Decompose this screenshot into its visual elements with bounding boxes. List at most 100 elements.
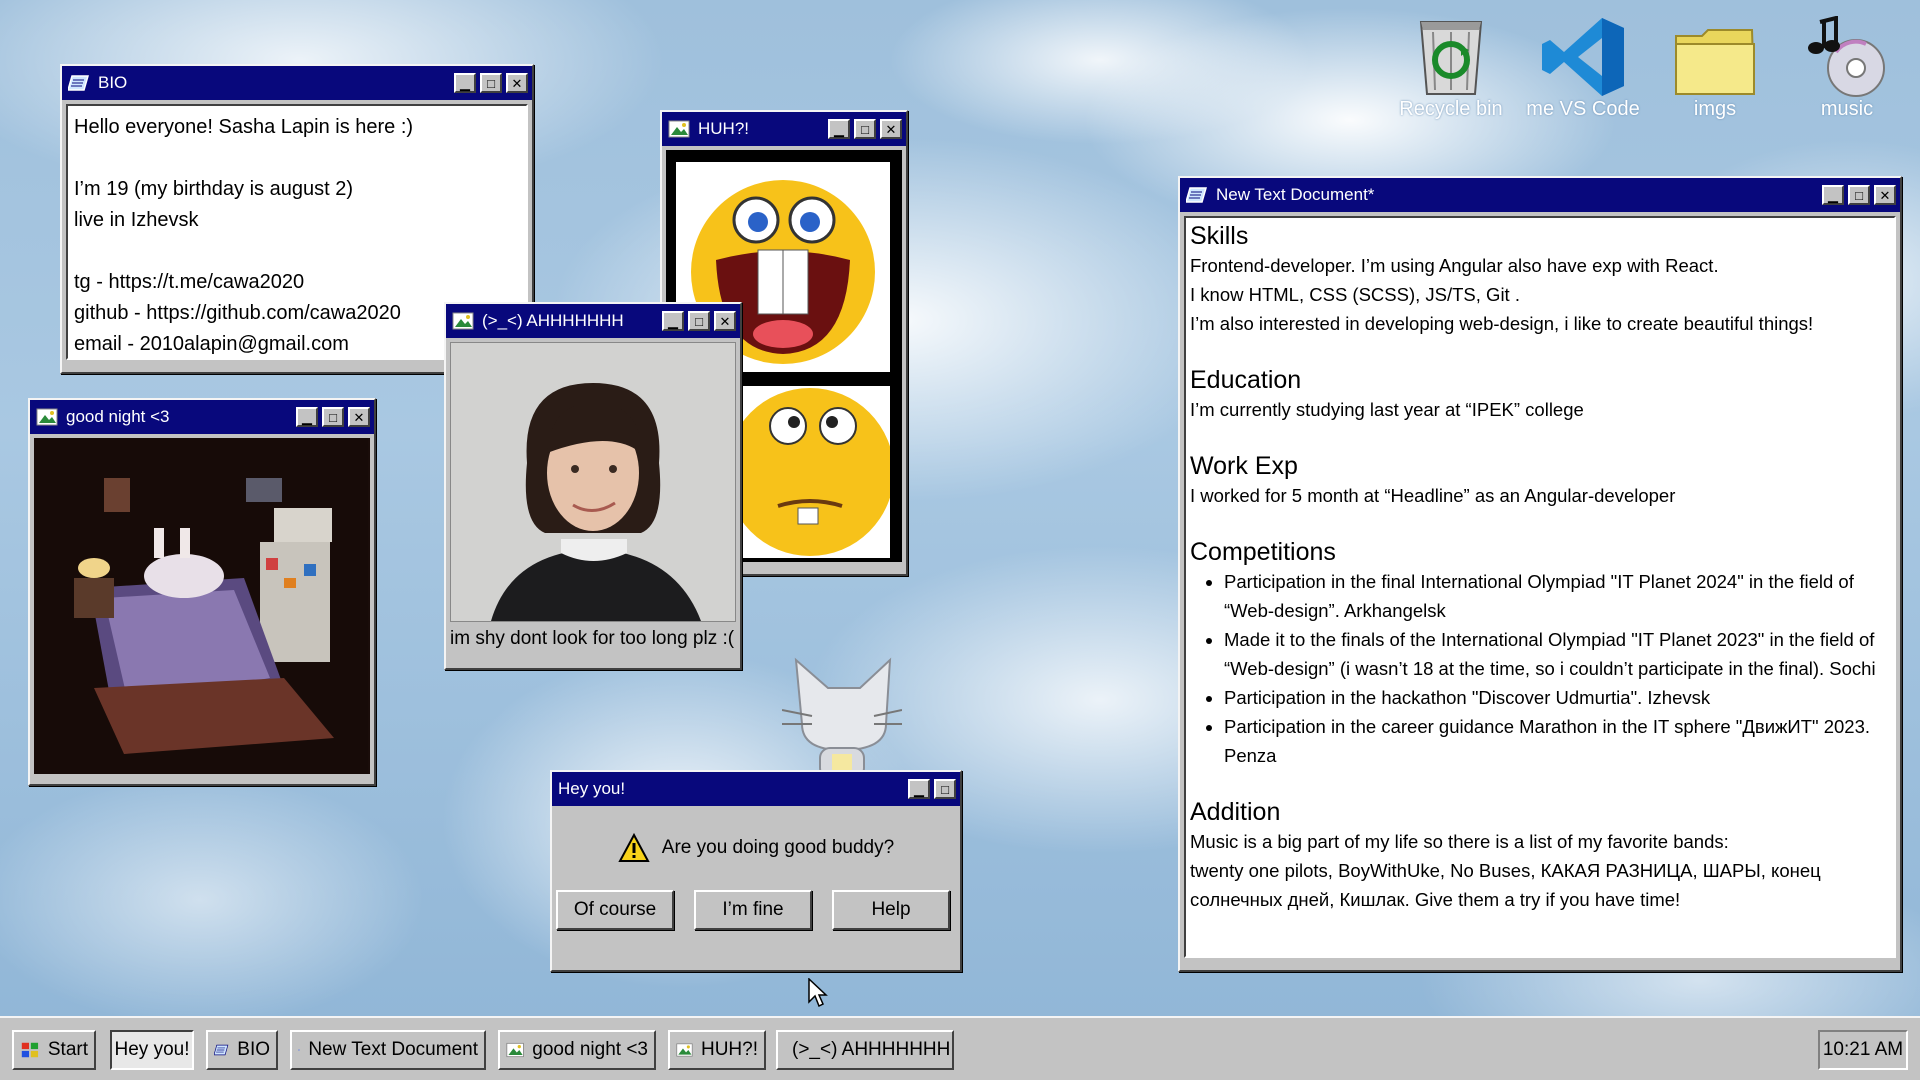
work-text: I worked for 5 month at “Headline” as an… [1190,485,1676,506]
dialog-window[interactable]: Hey you! ▁ □ Are you doing good buddy? O… [550,770,962,972]
close-button[interactable]: ✕ [714,311,736,331]
taskbar: Start Hey you! BIO New Text Document goo… [0,1016,1920,1080]
maximize-button[interactable]: □ [854,119,876,139]
desktop-icon-recycle-bin[interactable]: Recycle bin [1386,8,1516,121]
minimize-button[interactable]: ▁ [1822,185,1844,205]
skills-line: Frontend-developer. I’m using Angular al… [1190,255,1719,276]
close-button[interactable]: ✕ [348,407,370,427]
desktop-icon-imgs[interactable]: imgs [1650,8,1780,121]
taskbar-clock: 10:21 AM [1818,1030,1908,1070]
window-title: (>_<) AHHHHHHH [482,311,624,330]
skills-heading: Skills [1190,222,1249,250]
portrait-image [451,343,735,621]
windows-logo-icon [21,1042,39,1058]
minimize-button[interactable]: ▁ [828,119,850,139]
ahh-window[interactable]: (>_<) AHHHHHHH ▁ □ ✕ im shy dont look fo… [444,302,742,670]
taskbar-item-hey-you[interactable]: Hey you! [110,1030,194,1070]
addition-line: Music is a big part of my life so there … [1190,831,1729,852]
dizzy-emoji-image [726,388,894,556]
maximize-button[interactable]: □ [688,311,710,331]
competition-item: Participation in the career guidance Mar… [1224,712,1890,770]
image-viewer-icon [452,312,474,330]
dialog-buttons: Of course I’m fine Help [552,890,960,940]
start-button[interactable]: Start [12,1030,96,1070]
close-button[interactable]: ✕ [880,119,902,139]
bio-line: live in Izhevsk [74,209,199,231]
window-title: HUH?! [698,119,750,138]
notepad-icon [298,1049,301,1051]
text-document-window[interactable]: New Text Document* ▁ □ ✕ Skills Frontend… [1178,176,1902,972]
taskbar-item-new-text-document[interactable]: New Text Document [290,1030,486,1070]
goodnight-window[interactable]: good night <3 ▁ □ ✕ [28,398,376,786]
bio-titlebar[interactable]: BIO ▁ □ ✕ [62,66,532,100]
taskbar-item-label: New Text Document [308,1039,478,1060]
close-button[interactable]: ✕ [1874,185,1896,205]
competitions-heading: Competitions [1190,538,1336,566]
desktop-icon-label: imgs [1693,98,1737,120]
taskbar-item-huh[interactable]: HUH?! [668,1030,766,1070]
document-text-area[interactable]: Skills Frontend-developer. I’m using Ang… [1184,216,1896,958]
portrait-photo [450,342,736,622]
desktop-icon-label: music [1820,98,1874,120]
of-course-button[interactable]: Of course [556,890,674,930]
skills-line: I’m also interested in developing web-de… [1190,313,1814,334]
goodnight-image [34,438,370,774]
bedroom-scene-image [34,438,368,774]
mouse-cursor-icon [808,978,828,1008]
taskbar-item-good-night[interactable]: good night <3 [498,1030,656,1070]
maximize-button[interactable]: □ [934,779,956,799]
dialog-message-row: Are you doing good buddy? [552,806,960,890]
image-viewer-icon [506,1042,524,1058]
image-viewer-icon [676,1043,693,1057]
taskbar-item-label: Hey you! [114,1039,190,1060]
ahh-titlebar[interactable]: (>_<) AHHHHHHH ▁ □ ✕ [446,304,740,338]
music-icon [1782,8,1912,98]
bio-line: tg - https://t.me/cawa2020 [74,271,305,293]
notepad-icon [1186,187,1207,203]
taskbar-item-label: BIO [237,1039,270,1060]
competition-item: Participation in the final International… [1224,567,1890,625]
minimize-button[interactable]: ▁ [662,311,684,331]
taskbar-item-label: HUH?! [700,1039,758,1060]
taskbar-item-bio[interactable]: BIO [206,1030,278,1070]
dialog-message: Are you doing good buddy? [661,837,895,858]
competition-item: Made it to the finals of the Internation… [1224,625,1890,683]
folder-icon [1650,8,1780,98]
competitions-list: Participation in the final International… [1190,567,1890,770]
goodnight-titlebar[interactable]: good night <3 ▁ □ ✕ [30,400,374,434]
text-document-titlebar[interactable]: New Text Document* ▁ □ ✕ [1180,178,1900,212]
window-title: good night <3 [66,407,170,426]
dialog-titlebar[interactable]: Hey you! ▁ □ [552,772,960,806]
image-viewer-icon [668,120,690,138]
work-heading: Work Exp [1190,452,1298,480]
huh-titlebar[interactable]: HUH?! ▁ □ ✕ [662,112,906,146]
desktop-icon-music[interactable]: music [1782,8,1912,121]
minimize-button[interactable]: ▁ [908,779,930,799]
notepad-icon [214,1044,229,1056]
education-heading: Education [1190,366,1302,394]
vscode-icon [1518,8,1648,98]
close-button[interactable]: ✕ [506,73,528,93]
help-button[interactable]: Help [832,890,950,930]
photo-caption: im shy dont look for too long plz :( [450,628,735,649]
recycle-bin-icon [1386,8,1516,98]
desktop-icon-label: me VS Code [1526,98,1640,120]
minimize-button[interactable]: ▁ [296,407,318,427]
taskbar-item-ahh[interactable]: (>_<) AHHHHHHH [776,1030,954,1070]
maximize-button[interactable]: □ [1848,185,1870,205]
minimize-button[interactable]: ▁ [454,73,476,93]
bio-line: Hello everyone! Sasha Lapin is here :) [74,116,414,138]
start-label: Start [47,1039,88,1060]
clock-time: 10:21 AM [1822,1039,1904,1060]
desktop-icon-vscode[interactable]: me VS Code [1518,8,1648,121]
im-fine-button[interactable]: I’m fine [694,890,812,930]
maximize-button[interactable]: □ [480,73,502,93]
desktop-icon-label: Recycle bin [1399,98,1503,120]
taskbar-item-label: good night <3 [532,1039,648,1060]
warning-icon [618,833,650,862]
addition-line: twenty one pilots, BoyWithUke, No Buses,… [1190,860,1821,910]
skills-line: I know HTML, CSS (SCSS), JS/TS, Git . [1190,284,1520,305]
notepad-icon [68,75,89,91]
maximize-button[interactable]: □ [322,407,344,427]
education-text: I’m currently studying last year at “IPE… [1190,399,1584,420]
